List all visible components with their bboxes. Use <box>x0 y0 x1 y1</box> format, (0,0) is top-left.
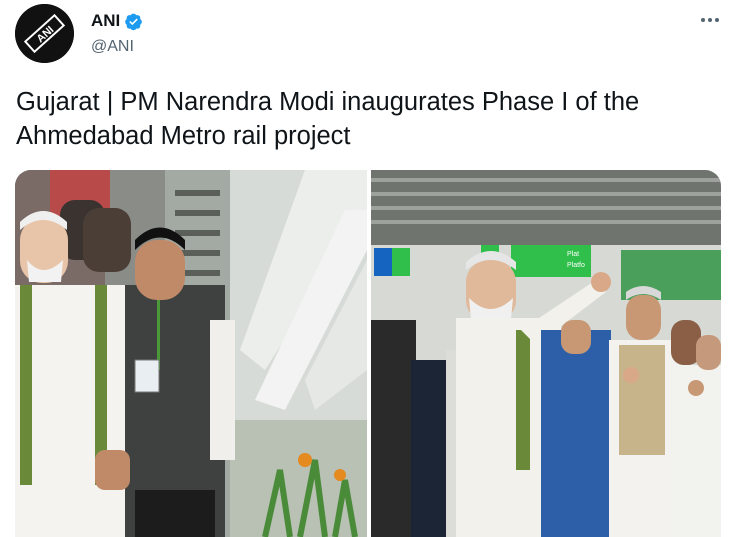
ani-logo-icon: ANI <box>15 4 74 63</box>
sign-plat-text: Plat <box>567 251 579 258</box>
display-name[interactable]: ANI <box>91 11 120 31</box>
media-grid: Plat Platfo <box>15 170 721 537</box>
avatar[interactable]: ANI <box>15 4 74 63</box>
user-handle[interactable]: @ANI <box>91 38 134 56</box>
verified-badge-icon <box>124 12 143 31</box>
photo-right[interactable]: Plat Platfo <box>371 170 721 537</box>
sign-platform-text: Platfo <box>567 262 585 269</box>
ellipsis-icon <box>701 18 719 22</box>
photo-left[interactable] <box>15 170 367 537</box>
author-name-row: ANI <box>91 11 143 31</box>
more-options-button[interactable] <box>696 8 724 32</box>
tweet-text: Gujarat | PM Narendra Modi inaugurates P… <box>16 88 640 150</box>
